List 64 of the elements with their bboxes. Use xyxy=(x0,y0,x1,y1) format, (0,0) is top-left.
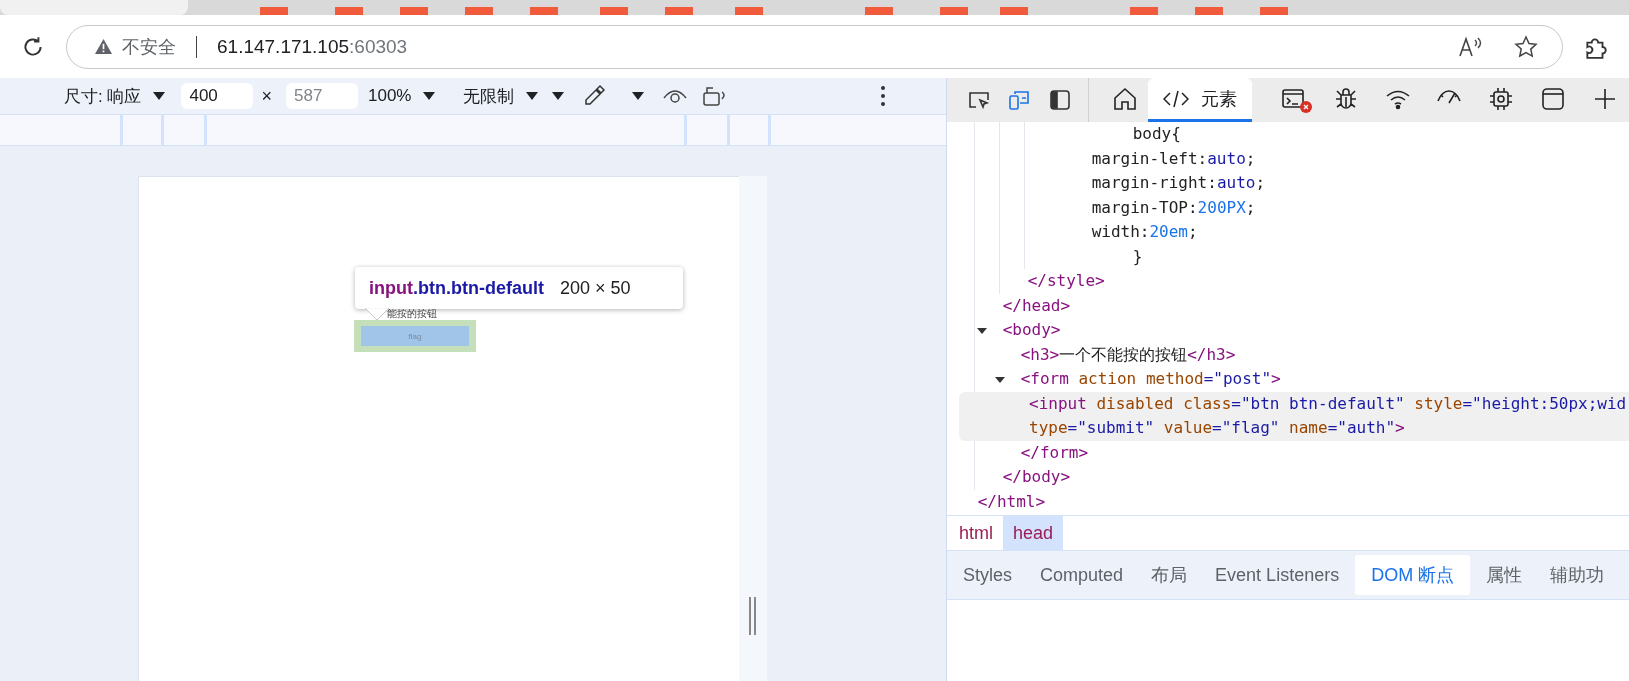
sidebar-tab[interactable]: Event Listeners xyxy=(1203,555,1352,595)
dom-line[interactable]: body{ xyxy=(1123,122,1181,147)
caret-icon xyxy=(552,92,565,100)
dom-line[interactable]: margin-TOP:200PX; xyxy=(1082,195,1256,220)
caret-icon xyxy=(153,92,166,100)
url-text: 61.147.171.105:60303 xyxy=(217,35,408,58)
favicon-icon xyxy=(600,7,628,15)
sidebar-tab[interactable]: Computed xyxy=(1028,555,1136,595)
times-sign: × xyxy=(261,85,272,107)
favicon-icon xyxy=(735,7,763,15)
expanded-arrow-icon[interactable] xyxy=(977,327,987,335)
dom-line[interactable]: </head> xyxy=(993,293,1071,318)
elements-tab[interactable]: 元素 xyxy=(1148,78,1252,122)
favicon-icon xyxy=(400,7,428,15)
security-label[interactable]: 不安全 xyxy=(122,34,176,59)
resize-handle[interactable] xyxy=(749,597,756,635)
dom-line[interactable]: } xyxy=(1123,244,1143,269)
expanded-arrow-icon[interactable] xyxy=(995,376,1005,384)
width-field[interactable]: 400 xyxy=(181,83,254,109)
favicon-icon xyxy=(1130,7,1158,15)
dom-line[interactable]: </style> xyxy=(1018,269,1105,294)
caret-icon xyxy=(526,92,539,100)
dom-line[interactable]: </html> xyxy=(968,489,1046,514)
throttling-dropdown[interactable]: 无限制 xyxy=(459,82,543,110)
more-options-icon[interactable] xyxy=(880,85,886,107)
eyedropper-icon[interactable] xyxy=(582,84,607,108)
sidebar-tab[interactable]: 布局 xyxy=(1139,555,1200,595)
dom-line[interactable]: <body> xyxy=(993,318,1061,343)
read-aloud-icon[interactable] xyxy=(1458,35,1484,58)
favicon-icon xyxy=(260,7,288,15)
caret-icon xyxy=(423,92,436,100)
breadcrumb[interactable]: head xyxy=(1003,516,1064,550)
dom-line[interactable]: <h3>一个不能按的按钮</h3> xyxy=(1011,342,1236,367)
favicon-icon xyxy=(665,7,693,15)
breadcrumb[interactable]: html xyxy=(949,516,1003,550)
dimensions-dropdown[interactable]: 尺寸: 响应 xyxy=(60,82,170,110)
favicon-icon xyxy=(865,7,893,15)
height-field[interactable]: 587 xyxy=(285,83,358,109)
dom-line[interactable]: <form action method="post"> xyxy=(1011,367,1281,392)
sidebar-tab[interactable]: 属性 xyxy=(1474,555,1535,595)
sidebar-tab[interactable]: DOM 断点 xyxy=(1355,555,1471,595)
sidebar-tab[interactable]: Styles xyxy=(951,555,1025,595)
favicon-icon xyxy=(1000,7,1028,15)
favicon-icon xyxy=(335,7,363,15)
dom-line[interactable]: </body> xyxy=(993,465,1071,490)
page-heading: 能按的按钮 xyxy=(387,308,437,320)
star-icon[interactable] xyxy=(1514,34,1538,59)
dom-node[interactable]: <input disabled class="btn btn-default" style="height:50px;wid type="submit" value="flag" name="auth"> xyxy=(959,391,1629,441)
zoom-dropdown[interactable]: 100% xyxy=(363,84,440,108)
tooltip-pointer-icon xyxy=(365,308,389,320)
favicon-icon xyxy=(1195,7,1223,15)
favicon-icon xyxy=(940,7,968,15)
dom-line[interactable]: </form> xyxy=(1011,440,1089,465)
favicon-icon xyxy=(530,7,558,15)
dom-line[interactable]: width:20em; xyxy=(1082,220,1198,245)
caret-icon xyxy=(632,92,645,100)
warning-icon xyxy=(95,39,112,54)
eye-icon[interactable] xyxy=(662,87,689,105)
favicon-icon xyxy=(1260,7,1288,15)
dom-line[interactable]: margin-left:auto; xyxy=(1082,146,1256,171)
favicon-icon xyxy=(465,7,493,15)
sidebar-tab[interactable]: 辅助功 xyxy=(1538,555,1617,595)
dom-line[interactable]: margin-right:auto; xyxy=(1082,171,1266,196)
code-icon xyxy=(1163,88,1190,109)
